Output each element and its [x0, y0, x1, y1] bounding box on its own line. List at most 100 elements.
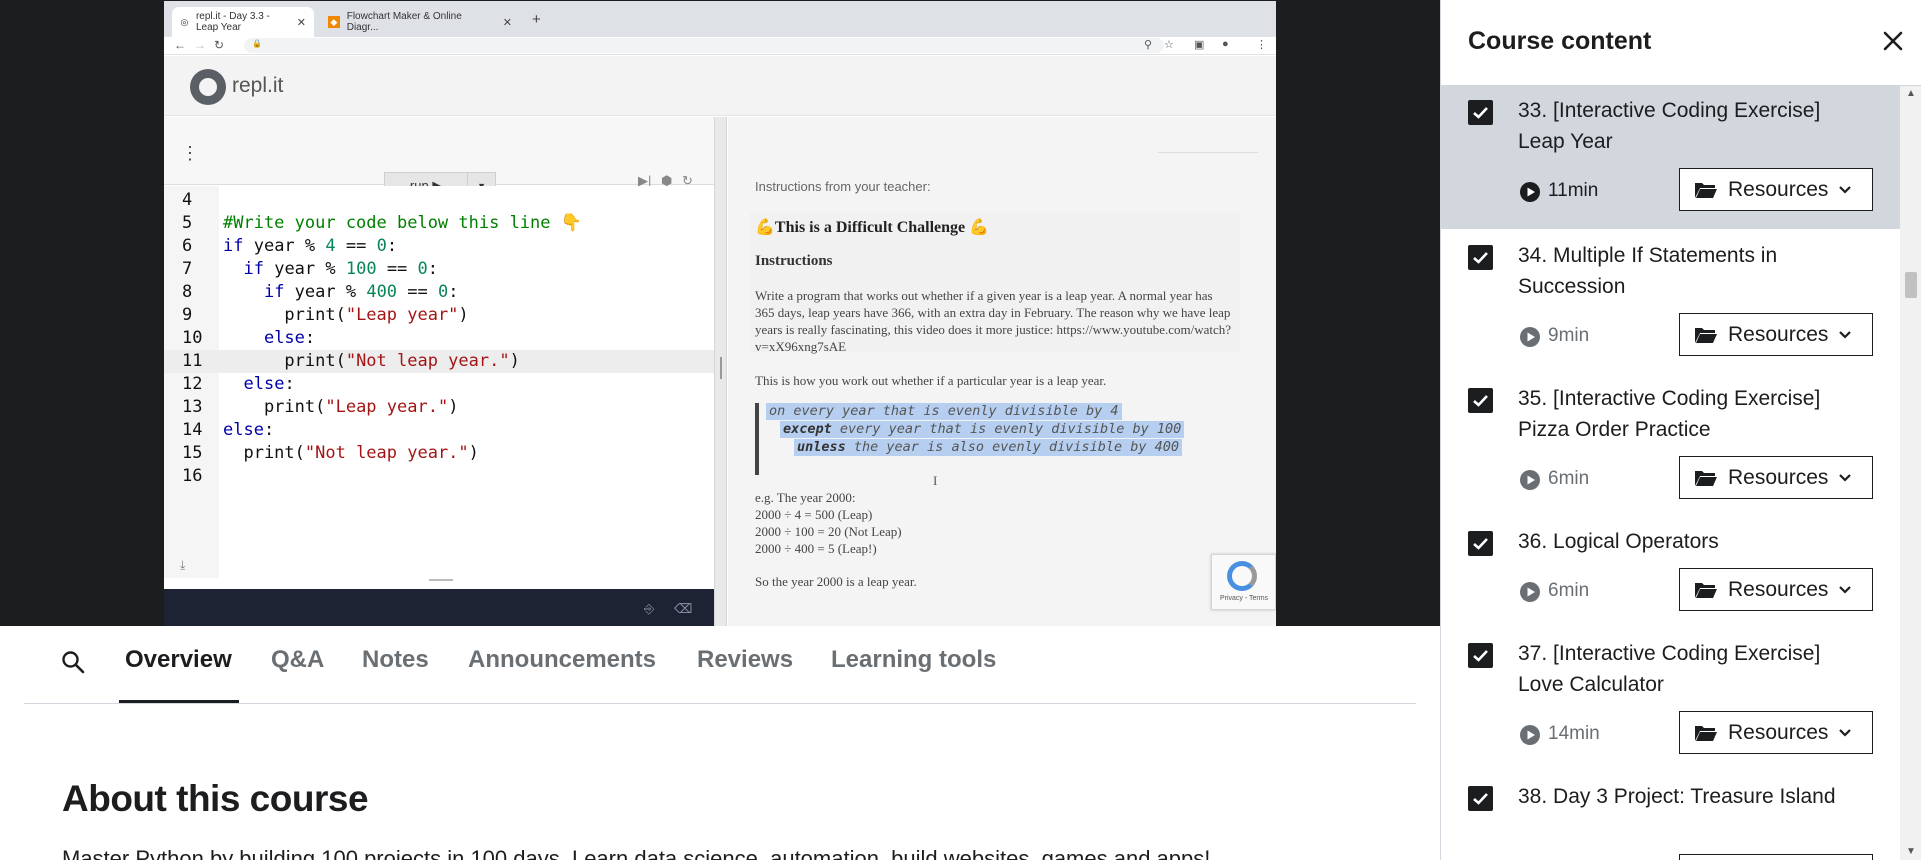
folder-open-icon [1695, 327, 1717, 343]
resources-button[interactable]: Resources [1679, 313, 1873, 356]
tab-qa[interactable]: Q&A [271, 646, 324, 674]
resources-button[interactable]: Resources [1679, 711, 1873, 754]
tab-learning-tools[interactable]: Learning tools [831, 646, 996, 674]
recaptcha-badge[interactable]: Privacy - Terms [1211, 554, 1276, 610]
search-icon[interactable] [60, 649, 86, 675]
sidebar-scrollbar[interactable]: ▲ ▼ [1900, 86, 1921, 860]
example-line: 2000 ÷ 100 = 20 (Not Leap) [755, 524, 902, 539]
active-tab-indicator [119, 700, 239, 703]
instructions-body: Write a program that works out whether i… [755, 288, 1232, 354]
download-icon[interactable]: ⤓ [180, 558, 185, 573]
reload-icon[interactable]: ↻ [214, 38, 224, 52]
clear-icon[interactable]: ⌫ [674, 601, 692, 617]
line-number: 5 [182, 213, 193, 233]
close-icon[interactable]: ✕ [503, 16, 512, 29]
tab-overview[interactable]: Overview [125, 646, 232, 674]
lecture-checkbox[interactable] [1468, 531, 1493, 556]
recaptcha-icon [1227, 561, 1257, 591]
tab-announcements[interactable]: Announcements [468, 646, 656, 674]
code-text: else: [263, 328, 316, 348]
lecture-item[interactable]: 37. [Interactive Coding Exercise] Love C… [1441, 627, 1900, 770]
tab-reviews[interactable]: Reviews [697, 646, 793, 674]
text-cursor-icon: I [933, 473, 938, 488]
lecture-item[interactable]: 36. Logical Operators 6min Resources [1441, 515, 1900, 627]
browser-tab-flowchart[interactable]: ◆ Flowchart Maker & Online Diagr... ✕ [320, 7, 520, 37]
pane-divider[interactable] [714, 117, 727, 626]
code-line[interactable]: 8 if year % 400 == 0: [164, 281, 714, 304]
line-number: 10 [182, 328, 203, 348]
code-line[interactable]: 15 print("Not leap year.") [164, 442, 714, 465]
lecture-title: 38. Day 3 Project: Treasure Island [1518, 785, 1836, 808]
close-icon[interactable] [1881, 29, 1905, 53]
profile-avatar[interactable]: ● [1222, 38, 1229, 50]
code-text: print("Not leap year.") [223, 443, 479, 463]
play-circle-icon [1520, 725, 1540, 745]
about-course-heading: About this course [62, 778, 369, 819]
checkmark-icon [1473, 793, 1488, 805]
resources-button[interactable]: Resources [1679, 168, 1873, 211]
lecture-checkbox[interactable] [1468, 100, 1493, 125]
code-line[interactable]: 4 [164, 189, 714, 212]
lecture-item[interactable]: 35. [Interactive Coding Exercise] Pizza … [1441, 372, 1900, 515]
lecture-checkbox[interactable] [1468, 786, 1493, 811]
example-line: 2000 ÷ 4 = 500 (Leap) [755, 507, 873, 522]
lecture-item[interactable]: 33. [Interactive Coding Exercise] Leap Y… [1441, 86, 1900, 229]
play-circle-icon [1520, 470, 1540, 490]
scroll-up-icon[interactable]: ▲ [1906, 88, 1916, 99]
about-course-description: Master Python by building 100 projects i… [62, 846, 1211, 860]
code-line[interactable]: 14 else: [164, 419, 714, 442]
code-text: print("Leap year.") [223, 397, 459, 417]
editor-toolbar: ⋮ run ▶ ▼ ▶| ⬢ ↻ [164, 117, 714, 199]
zoom-icon[interactable]: ⚲ [1144, 38, 1152, 51]
resources-label: Resources [1728, 322, 1829, 346]
more-vert-icon[interactable]: ⋮ [181, 143, 199, 164]
code-line[interactable]: 10 else: [164, 327, 714, 350]
browser-tab-replit[interactable]: ◎ repl.it - Day 3.3 - Leap Year ✕ [172, 7, 314, 37]
code-line[interactable]: 16 [164, 465, 714, 488]
scroll-down-icon[interactable]: ▼ [1906, 846, 1916, 857]
code-line[interactable]: 5 #Write your code below this line 👇 [164, 212, 714, 235]
code-text: if year % 400 == 0: [263, 282, 459, 302]
chevron-down-icon [1839, 185, 1852, 194]
recaptcha-links[interactable]: Privacy - Terms [1214, 595, 1274, 602]
close-icon[interactable]: ✕ [297, 16, 306, 29]
enter-icon[interactable]: ⎆ [644, 601, 654, 617]
more-vert-icon[interactable]: ⋮ [1256, 38, 1267, 51]
browser-address-bar: ← → ↻ 🔒 ⚲ ☆ ▣ ● ⋮ [164, 37, 1276, 55]
code-line[interactable]: 7 if year % 100 == 0: [164, 258, 714, 281]
resources-label: Resources [1728, 177, 1829, 201]
checkmark-icon [1473, 107, 1488, 119]
lecture-item[interactable]: 38. Day 3 Project: Treasure Island18minR… [1441, 770, 1900, 860]
lecture-item[interactable]: 34. Multiple If Statements in Succession… [1441, 229, 1900, 372]
scrollbar-thumb[interactable] [1905, 272, 1917, 298]
replit-logo-icon [190, 69, 226, 105]
video-player[interactable]: ◎ repl.it - Day 3.3 - Leap Year ✕ ◆ Flow… [0, 0, 1440, 626]
folder-open-icon [1695, 725, 1717, 741]
sidebar-header: Course content [1441, 0, 1921, 86]
code-line[interactable]: 9 print("Leap year") [164, 304, 714, 327]
resources-label: Resources [1728, 465, 1829, 489]
lecture-checkbox[interactable] [1468, 643, 1493, 668]
resources-button[interactable]: Resources [1679, 568, 1873, 611]
tab-notes[interactable]: Notes [362, 646, 429, 674]
line-number: 14 [182, 420, 203, 440]
lecture-checkbox[interactable] [1468, 388, 1493, 413]
code-line[interactable]: 11 print("Not leap year.") [164, 350, 714, 373]
code-line[interactable]: 12 else: [164, 373, 714, 396]
resources-button[interactable]: Resources [1679, 456, 1873, 499]
code-line[interactable]: 13 print("Leap year.") [164, 396, 714, 419]
lecture-title: 33. [Interactive Coding Exercise] Leap Y… [1518, 99, 1821, 153]
resources-button[interactable]: Resources [1679, 854, 1873, 860]
chevron-down-icon [1839, 728, 1852, 737]
resize-handle[interactable] [429, 579, 453, 581]
code-editor[interactable]: 4 5 #Write your code below this line 👇 6 if … [164, 186, 714, 581]
url-field[interactable]: 🔒 [244, 38, 1164, 53]
code-line[interactable]: 6 if year % 4 == 0: [164, 235, 714, 258]
extension-icon[interactable]: ▣ [1194, 38, 1204, 51]
example-line: e.g. The year 2000: [755, 490, 856, 505]
new-tab-icon[interactable]: + [532, 11, 541, 28]
star-icon[interactable]: ☆ [1164, 38, 1174, 51]
lecture-checkbox[interactable] [1468, 245, 1493, 270]
back-arrow-icon[interactable]: ← [174, 38, 186, 52]
forward-arrow-icon[interactable]: → [194, 38, 206, 52]
